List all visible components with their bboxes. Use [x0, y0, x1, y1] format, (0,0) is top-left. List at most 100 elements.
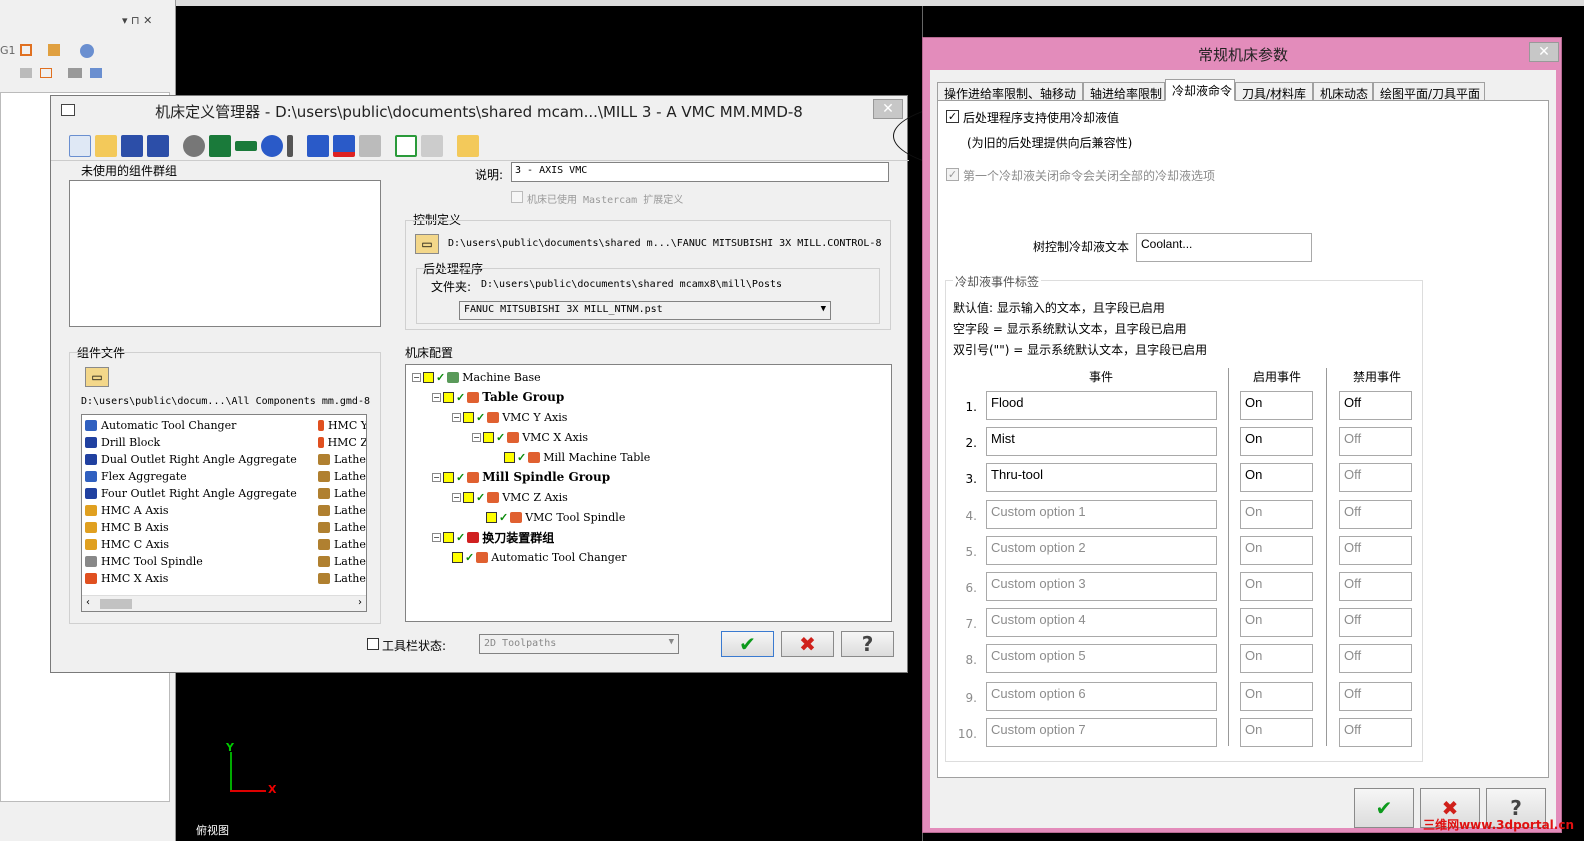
scroll-right-icon[interactable]: › — [358, 597, 362, 608]
disable-event-input[interactable]: Off — [1339, 682, 1412, 711]
machine-config-tree[interactable]: − ✓ Machine Base − ✓ Table Group − ✓ VMC Y Axis −… — [405, 364, 892, 622]
tool-icon[interactable] — [20, 68, 32, 78]
sheet-icon[interactable] — [421, 135, 443, 157]
node-check-icon[interactable]: ✓ — [465, 551, 474, 564]
disable-event-input[interactable]: Off — [1339, 427, 1412, 456]
disk-icon[interactable] — [307, 135, 329, 157]
disable-event-input[interactable]: Off — [1339, 608, 1412, 637]
component-list-item[interactable]: HMC B Axis — [82, 519, 322, 536]
node-state-box[interactable] — [486, 511, 497, 523]
tree-node[interactable]: ✓ Mill Machine Table — [504, 448, 650, 466]
table-icon[interactable] — [209, 135, 231, 157]
node-state-box[interactable] — [463, 411, 474, 423]
component-list-item[interactable]: Lathe — [318, 553, 366, 570]
enable-event-input[interactable]: On — [1240, 682, 1313, 711]
component-list-item[interactable]: Drill Block — [82, 434, 322, 451]
node-check-icon[interactable]: ✓ — [456, 531, 465, 544]
node-state-box[interactable] — [504, 451, 515, 463]
extended-definition-checkbox[interactable] — [511, 191, 523, 203]
node-state-box[interactable] — [443, 391, 454, 403]
tool-icon[interactable] — [48, 44, 60, 56]
component-list-item[interactable]: Automatic Tool Changer — [82, 417, 322, 434]
node-state-box[interactable] — [423, 371, 434, 383]
node-check-icon[interactable]: ✓ — [499, 511, 508, 524]
event-label-input[interactable]: Custom option 4 — [986, 608, 1217, 637]
component-list-item[interactable]: Lathe — [318, 536, 366, 553]
event-label-input[interactable]: Custom option 6 — [986, 682, 1217, 711]
disk-export-icon[interactable] — [333, 135, 355, 157]
node-state-box[interactable] — [443, 471, 454, 483]
warning-icon[interactable] — [287, 135, 293, 157]
tree-collapse-toggle[interactable]: − — [432, 472, 441, 482]
tree-node[interactable]: − ✓ Mill Spindle Group — [432, 468, 610, 486]
enable-event-input[interactable]: On — [1240, 500, 1313, 529]
node-check-icon[interactable]: ✓ — [476, 411, 485, 424]
manager-close-button[interactable]: ✕ — [873, 99, 903, 119]
tool-icon[interactable] — [90, 68, 102, 78]
event-label-input[interactable]: Custom option 3 — [986, 572, 1217, 601]
enable-event-input[interactable]: On — [1240, 536, 1313, 565]
first-off-closes-all-checkbox[interactable]: ✓ — [946, 168, 959, 181]
enable-event-input[interactable]: On — [1240, 427, 1313, 456]
tree-node[interactable]: − ✓ VMC Z Axis — [452, 488, 568, 506]
dialog-tab[interactable]: 刀具/材料库 — [1235, 82, 1313, 101]
disable-event-input[interactable]: Off — [1339, 718, 1412, 747]
open-folder-icon[interactable] — [95, 135, 117, 157]
event-label-input[interactable]: Custom option 7 — [986, 718, 1217, 747]
dialog-ok-button[interactable]: ✔ — [1354, 788, 1414, 828]
enable-event-input[interactable]: On — [1240, 718, 1313, 747]
tree-node[interactable]: − ✓ VMC Y Axis — [452, 408, 567, 426]
component-list-item[interactable]: Lathe — [318, 502, 366, 519]
component-list-item[interactable]: HMC Tool Spindle — [82, 553, 322, 570]
event-label-input[interactable]: Thru-tool — [986, 463, 1217, 492]
axis-icon[interactable] — [261, 135, 283, 157]
tree-collapse-toggle[interactable]: − — [472, 432, 481, 442]
tree-node[interactable]: ✓ VMC Tool Spindle — [486, 508, 625, 526]
component-file-browse-button[interactable]: ▭ — [85, 367, 109, 387]
enable-event-input[interactable]: On — [1240, 644, 1313, 673]
tree-node[interactable]: − ✓ VMC X Axis — [472, 428, 588, 446]
tree-node[interactable]: − ✓ 换刀装置群组 — [432, 528, 554, 546]
event-label-input[interactable]: Custom option 2 — [986, 536, 1217, 565]
dialog-tab[interactable]: 机床动态 — [1313, 82, 1373, 101]
tool-icon[interactable] — [68, 68, 82, 78]
manager-ok-button[interactable]: ✔ — [721, 631, 774, 657]
dialog-tab[interactable]: 轴进给率限制 — [1083, 82, 1165, 101]
tool-icon[interactable] — [40, 68, 52, 78]
dialog-tab[interactable]: 冷却液命令 — [1165, 79, 1235, 101]
node-check-icon[interactable]: ✓ — [476, 491, 485, 504]
event-label-input[interactable]: Custom option 1 — [986, 500, 1217, 529]
coordinate-icon[interactable] — [395, 135, 417, 157]
component-list-item[interactable]: HMC Y — [318, 417, 366, 434]
description-input[interactable]: 3 - AXIS VMC — [511, 162, 889, 182]
disable-event-input[interactable]: Off — [1339, 391, 1412, 420]
rail-icon[interactable] — [235, 141, 257, 151]
node-check-icon[interactable]: ✓ — [517, 451, 526, 464]
save-as-icon[interactable] — [147, 135, 169, 157]
manager-cancel-button[interactable]: ✖ — [781, 631, 834, 657]
dialog-tab[interactable]: 绘图平面/刀具平面 — [1373, 82, 1485, 101]
node-state-box[interactable] — [452, 551, 463, 563]
help-icon[interactable] — [80, 44, 94, 58]
tree-node[interactable]: − ✓ Machine Base — [412, 368, 541, 386]
disable-event-input[interactable]: Off — [1339, 463, 1412, 492]
dialog-close-button[interactable]: ✕ — [1529, 42, 1559, 62]
node-state-box[interactable] — [463, 491, 474, 503]
node-state-box[interactable] — [483, 431, 494, 443]
component-list-item[interactable]: Lathe — [318, 485, 366, 502]
control-definition-browse-button[interactable]: ▭ — [415, 234, 439, 254]
tree-collapse-toggle[interactable]: − — [432, 532, 441, 542]
node-check-icon[interactable]: ✓ — [456, 391, 465, 404]
event-label-input[interactable]: Flood — [986, 391, 1217, 420]
post-supports-coolant-checkbox[interactable]: ✓ — [946, 110, 959, 123]
event-label-input[interactable]: Mist — [986, 427, 1217, 456]
tool-icon[interactable] — [20, 44, 32, 56]
background-toolbar[interactable] — [18, 42, 168, 82]
component-list-item[interactable]: Lathe — [318, 468, 366, 485]
post-processor-select[interactable]: FANUC MITSUBISHI 3X MILL_NTNM.pst ▼ — [459, 301, 831, 320]
manager-help-button[interactable]: ? — [841, 631, 894, 657]
lock-icon[interactable] — [457, 135, 479, 157]
dialog-tab[interactable]: 操作进给率限制、轴移动 — [937, 82, 1083, 101]
tree-node[interactable]: − ✓ Table Group — [432, 388, 564, 406]
component-list-item[interactable]: Flex Aggregate — [82, 468, 322, 485]
